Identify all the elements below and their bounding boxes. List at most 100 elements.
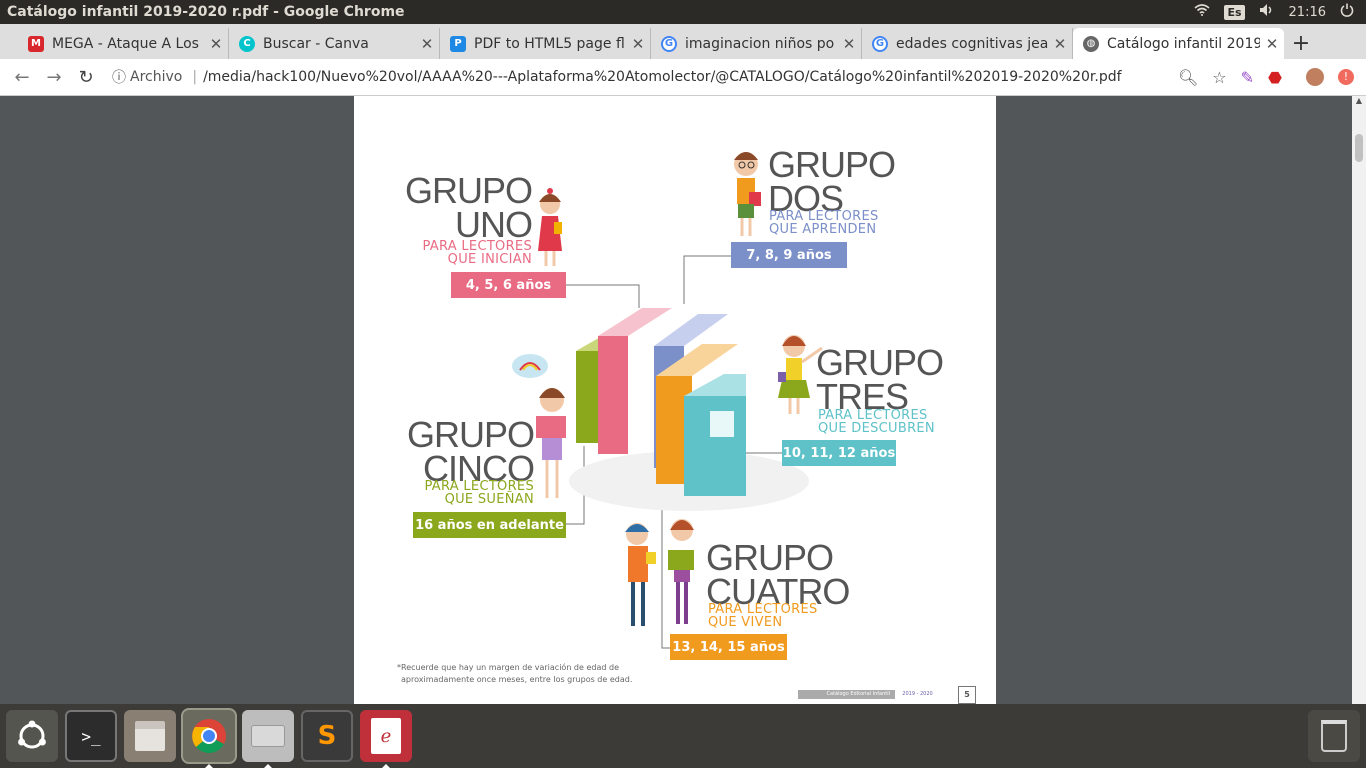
tab-label: MEGA - Ataque A Los [52,35,199,52]
group-cinco-heading: GRUPO CINCO [406,414,535,486]
age-badge-dos: 7, 8, 9 años [731,242,847,268]
address-separator: | [192,69,198,85]
globe-icon: ◍ [1083,35,1099,52]
group-title: GRUPO [406,414,535,455]
terminal-icon[interactable]: >_ [65,710,117,762]
address-url[interactable]: /media/hack100/Nuevo%20vol/AAAA%20---Apl… [203,69,1121,85]
group-dos-subtitle: PARA LECTORES QUE APRENDEN [769,210,879,236]
group-subtitle: QUE DESCUBREN [818,421,935,436]
mega-favicon-icon: M [28,35,44,52]
footnote-line: *Recuerde que hay un margen de variación… [397,663,619,672]
page-number: 5 [958,686,976,704]
group-subtitle: QUE SUEÑAN [444,492,534,507]
files-icon[interactable] [124,710,176,762]
chrome-icon[interactable] [183,710,235,762]
age-badge-cinco: 16 años en adelante [413,512,566,538]
group-title: GRUPO [706,537,834,578]
pdf-reader-icon[interactable]: ℯ [360,710,412,762]
address-scheme: Archivo [130,69,183,85]
group-dos-heading: GRUPO DOS [768,146,896,216]
group-title: GRUPO [816,342,944,383]
launcher-running-indicator [382,764,390,768]
close-icon[interactable]: ✕ [626,35,650,53]
tab-label: edades cognitivas jea [896,35,1048,52]
google-favicon-icon: G [661,35,677,52]
volume-icon[interactable] [1259,3,1275,21]
window-title: Catálogo infantil 2019-2020 r.pdf - Goog… [7,4,405,20]
adblock-extension-icon[interactable]: ⬣ [1268,68,1282,87]
feather-extension-icon[interactable]: ✎ [1241,68,1254,87]
window-titlebar: Catálogo infantil 2019-2020 r.pdf - Goog… [0,0,1366,24]
bookmark-star-icon[interactable]: ☆ [1212,68,1226,87]
browser-toolbar: ← → ↻ ⓘ Archivo | /media/hack100/Nuevo%2… [0,59,1366,96]
close-icon[interactable]: ✕ [1260,35,1284,53]
tab-label: PDF to HTML5 page fl [474,35,625,52]
tab-canva[interactable]: C Buscar - Canva ✕ [229,28,440,59]
trash-icon[interactable] [1308,710,1360,762]
canva-favicon-icon: C [239,35,255,52]
wifi-icon[interactable] [1194,4,1210,20]
scrollbar[interactable]: ▲ [1352,96,1366,704]
group-subtitle: QUE APRENDEN [769,222,877,237]
scroll-up-arrow-icon[interactable]: ▲ [1352,96,1366,110]
reload-icon[interactable]: ↻ [70,67,102,88]
pdf-page: GRUPO UNO PARA LECTORES QUE INICIAN 4, 5… [354,96,996,704]
tab-label: Buscar - Canva [263,35,369,52]
group-uno-subtitle: PARA LECTORES QUE INICIAN [422,240,532,266]
footnote: *Recuerde que hay un margen de variación… [397,662,632,685]
group-subtitle: QUE INICIAN [447,252,532,267]
power-icon[interactable] [1340,3,1354,21]
child-girl-uno-illustration [538,188,562,266]
close-icon[interactable]: ✕ [204,35,228,53]
zoom-icon[interactable]: 🔍︎ [1178,68,1198,87]
clock[interactable]: 21:16 [1289,5,1326,20]
tab-pdf-to-html5[interactable]: P PDF to HTML5 page fl ✕ [440,28,651,59]
group-cuatro-subtitle: PARA LECTORES QUE VIVEN [708,603,818,629]
tab-edades[interactable]: G edades cognitivas jea ✕ [862,28,1073,59]
close-icon[interactable]: ✕ [1048,35,1072,53]
menu-alert-icon[interactable]: ! [1338,69,1354,85]
system-tray: Es 21:16 [1194,3,1366,21]
child-boy-dos-illustration [734,152,761,236]
ubuntu-logo-icon[interactable] [6,710,58,762]
new-tab-button[interactable]: + [1284,28,1318,59]
pdf-favicon-icon: P [450,35,466,52]
age-badge-uno: 4, 5, 6 años [451,272,566,298]
disk-icon[interactable] [242,710,294,762]
footer-year: 2019 - 2020 [894,690,940,699]
avatar[interactable] [1306,68,1324,86]
tab-strip: M MEGA - Ataque A Los ✕ C Buscar - Canva… [0,24,1366,59]
keyboard-language-indicator[interactable]: Es [1224,4,1245,20]
launcher-running-indicator [205,764,213,768]
forward-arrow-icon[interactable]: → [38,67,70,88]
tab-imaginacion[interactable]: G imaginacion niños po ✕ [651,28,862,59]
scrollbar-thumb[interactable] [1355,134,1363,162]
age-badge-tres: 10, 11, 12 años [782,440,896,466]
tab-label: imaginacion niños po [685,35,835,52]
launcher-running-indicator [264,764,272,768]
close-icon[interactable]: ✕ [837,35,861,53]
close-icon[interactable]: ✕ [415,35,439,53]
back-arrow-icon[interactable]: ← [6,67,38,88]
google-favicon-icon: G [872,35,888,52]
group-cuatro-heading: GRUPO CUATRO [706,537,850,609]
tab-mega[interactable]: M MEGA - Ataque A Los ✕ [18,28,229,59]
group-tres-subtitle: PARA LECTORES QUE DESCUBREN [818,409,935,435]
group-tres-heading: GRUPO TRES [816,342,944,414]
address-bar[interactable]: ⓘ Archivo | /media/hack100/Nuevo%20vol/A… [108,63,1172,92]
info-icon[interactable]: ⓘ [108,67,130,87]
group-subtitle: QUE VIVEN [708,615,783,630]
footer-label: Catálogo Editorial Infantil [798,690,894,699]
tab-label: Catálogo infantil 2019 [1107,35,1260,52]
children-cuatro-illustration [625,519,694,626]
group-cinco-subtitle: PARA LECTORES QUE SUEÑAN [424,480,534,506]
sublime-text-icon[interactable]: S [301,710,353,762]
group-name: UNO [455,204,533,246]
age-badge-cuatro: 13, 14, 15 años [670,634,787,660]
footnote-line: aproximadamente once meses, entre los gr… [401,674,633,684]
group-title: GRUPO [404,170,533,211]
tab-catalogo[interactable]: ◍ Catálogo infantil 2019 ✕ [1073,28,1284,59]
ubuntu-launcher: >_ S ℯ [0,704,1366,768]
pdf-viewer[interactable]: GRUPO UNO PARA LECTORES QUE INICIAN 4, 5… [0,96,1366,704]
group-uno-heading: GRUPO UNO [404,170,533,246]
